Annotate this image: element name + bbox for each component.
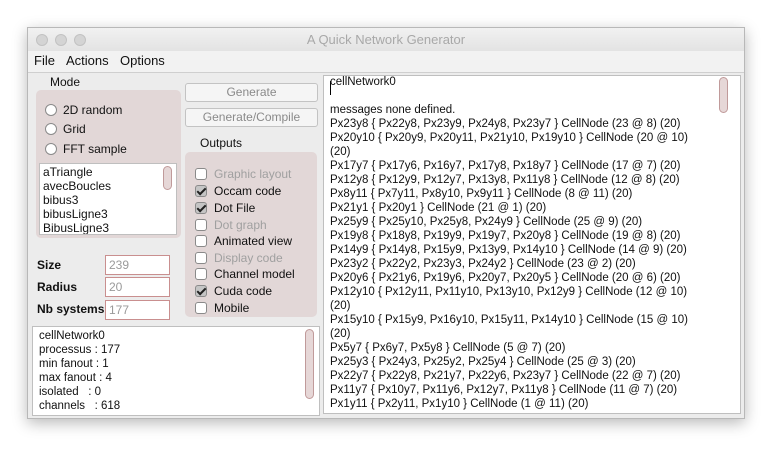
output-line: Px5y7 { Px6y7, Px5y8 } CellNode (5 @ 7) … (330, 342, 566, 354)
stats-scrollbar[interactable] (305, 329, 314, 399)
graphic-layout-checkbox[interactable] (195, 168, 207, 180)
generate-button[interactable]: Generate (185, 83, 318, 102)
radio-2d-random-label: 2D random (63, 103, 123, 117)
sample-list[interactable]: aTriangle avecBoucles bibus3 bibusLigne3… (39, 163, 177, 235)
size-field[interactable]: 239 (105, 255, 170, 275)
output-line: messages none defined. (330, 104, 456, 116)
occam-code-label: Occam code (214, 184, 282, 198)
output-line: Px22y7 { Px22y8, Px21y7, Px22y6, Px23y7 … (330, 370, 681, 382)
output-title: cellNetwork0 (330, 76, 396, 88)
title-bar: A Quick Network Generator (28, 28, 744, 52)
output-line: Px8y11 { Px7y11, Px8y10, Px9y11 } CellNo… (330, 188, 633, 200)
output-line: Px25y3 { Px24y3, Px25y2, Px25y4 } CellNo… (330, 356, 636, 368)
radio-fft-sample-label: FFT sample (63, 142, 127, 156)
nb-systems-field[interactable]: 177 (105, 300, 170, 320)
output-line: Px21y1 { Px20y1 } CellNode (21 @ 1) (20) (330, 202, 547, 214)
radio-grid-label: Grid (63, 122, 86, 136)
menu-options[interactable]: Options (120, 53, 165, 68)
mobile-label: Mobile (214, 301, 250, 315)
output-line: Px25y9 { Px25y10, Px25y8, Px24y9 } CellN… (330, 216, 643, 228)
radius-field[interactable]: 20 (105, 277, 170, 297)
menu-file[interactable]: File (34, 53, 55, 68)
window-title: A Quick Network Generator (306, 32, 466, 47)
output-scrollbar[interactable] (719, 77, 728, 113)
channel-model-label: Channel model (214, 267, 295, 281)
animated-view-checkbox[interactable] (195, 235, 207, 247)
stats-text-area[interactable]: cellNetwork0 processus : 177 min fanout … (32, 326, 320, 416)
output-line: Px14y9 { Px14y8, Px15y9, Px13y9, Px14y10… (330, 244, 687, 256)
graphic-layout-label: Graphic layout (214, 167, 292, 181)
list-item[interactable]: avecBoucles (43, 179, 111, 193)
mode-panel: 2D random Grid FFT sample aTriangle avec… (36, 90, 181, 238)
radio-fft-sample[interactable] (45, 143, 57, 155)
output-line: Px12y10 { Px12y11, Px11y10, Px13y10, Px1… (330, 286, 688, 298)
output-line: (20) (330, 328, 351, 340)
output-line: Px19y8 { Px18y8, Px19y9, Px19y7, Px20y8 … (330, 230, 681, 242)
list-item[interactable]: aTriangle (43, 165, 93, 179)
output-line: Px17y7 { Px17y6, Px16y7, Px17y8, Px18y7 … (330, 160, 681, 172)
app-window: A Quick Network Generator File Actions O… (27, 27, 745, 419)
channel-model-checkbox[interactable] (195, 268, 207, 280)
stat-line: isolated : 0 (39, 386, 102, 398)
size-label: Size (37, 258, 62, 272)
stat-line: cellNetwork0 (39, 330, 105, 342)
generate-compile-button[interactable]: Generate/Compile (185, 108, 318, 127)
display-code-label: Display code (214, 251, 283, 265)
stat-line: channels : 618 (39, 400, 121, 412)
dot-file-label: Dot File (214, 201, 256, 215)
list-item[interactable]: BibusLigne3 (43, 221, 109, 234)
list-item[interactable]: bibusLigne3 (43, 207, 108, 221)
outputs-panel: Graphic layout Occam code Dot File Dot g… (185, 152, 317, 317)
stat-line: min fanout : 1 (39, 358, 109, 370)
stat-line: max fanout : 4 (39, 372, 112, 384)
menu-bar: File Actions Options (28, 51, 744, 73)
output-line: Px15y10 { Px15y9, Px16y10, Px15y11, Px14… (330, 314, 688, 326)
output-line: Px23y8 { Px22y8, Px23y9, Px24y8, Px23y7 … (330, 118, 681, 130)
dot-file-checkbox[interactable] (195, 202, 207, 214)
sample-list-scrollbar[interactable] (163, 166, 172, 190)
output-line: Px20y10 { Px20y9, Px20y11, Px21y10, Px19… (330, 132, 688, 144)
list-item[interactable]: bibus3 (43, 193, 78, 207)
mode-label: Mode (50, 75, 81, 89)
cuda-code-checkbox[interactable] (195, 285, 207, 297)
mobile-checkbox[interactable] (195, 302, 207, 314)
dot-graph-checkbox[interactable] (195, 219, 207, 231)
cuda-code-label: Cuda code (214, 284, 273, 298)
radio-2d-random[interactable] (45, 104, 57, 116)
stat-line: processus : 177 (39, 344, 121, 356)
occam-code-checkbox[interactable] (195, 185, 207, 197)
output-line: (20) (330, 146, 351, 158)
output-line: Px12y8 { Px12y9, Px12y7, Px13y8, Px11y8 … (330, 174, 680, 186)
output-line: Px11y7 { Px10y7, Px11y6, Px12y7, Px11y8 … (330, 384, 678, 396)
display-code-checkbox[interactable] (195, 252, 207, 264)
nb-systems-label: Nb systems (37, 302, 105, 316)
output-line: Px23y2 { Px22y2, Px23y3, Px24y2 } CellNo… (330, 258, 636, 270)
menu-actions[interactable]: Actions (66, 53, 109, 68)
output-line: Px20y6 { Px21y6, Px19y6, Px20y7, Px20y5 … (330, 272, 681, 284)
radius-label: Radius (37, 280, 78, 294)
animated-view-label: Animated view (214, 234, 293, 248)
output-line: Px1y11 { Px2y11, Px1y10 } CellNode (1 @ … (330, 398, 589, 410)
dot-graph-label: Dot graph (214, 218, 267, 232)
outputs-label: Outputs (200, 136, 243, 150)
output-text-area[interactable]: cellNetwork0 messages none defined. Px23… (323, 75, 741, 414)
output-line: (20) (330, 300, 351, 312)
radio-grid[interactable] (45, 123, 57, 135)
